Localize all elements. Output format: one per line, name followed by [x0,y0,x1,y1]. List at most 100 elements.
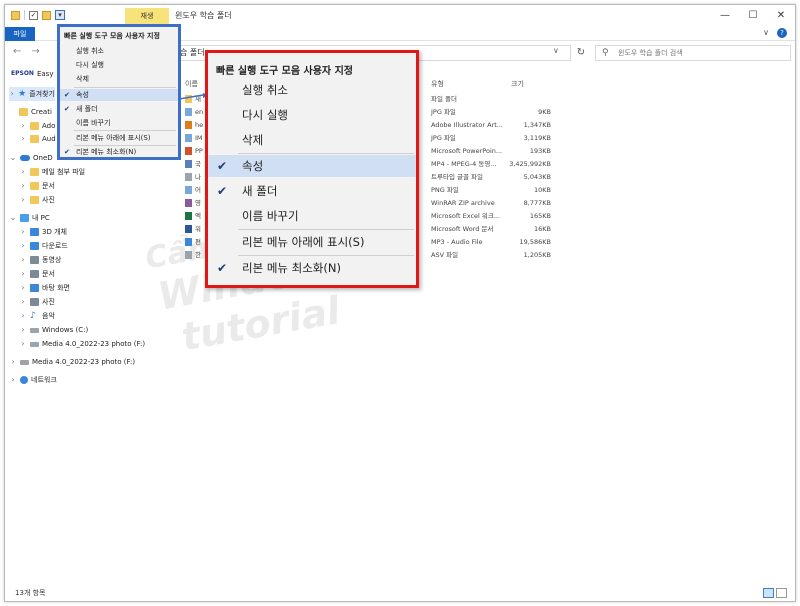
search-input[interactable]: ⚲ 윈도우 학습 폴더 검색 [595,45,791,61]
menu-item-delete[interactable]: 삭제 [60,73,178,85]
column-size[interactable]: 크기 [511,79,524,89]
menu-item-new-folder[interactable]: 새 폴더 [208,180,416,202]
qat-dropdown-button[interactable]: ▾ [55,10,65,20]
chevron-right-icon[interactable]: › [19,239,27,253]
nav-item-onedrive[interactable]: ⌄ OneD [9,151,53,165]
menu-item-rename[interactable]: 이름 바꾸기 [208,205,416,227]
chevron-right-icon[interactable]: › [9,355,17,369]
nav-item-adobe[interactable]: › Ado [19,119,55,133]
menu-item-rename[interactable]: 이름 바꾸기 [60,117,178,129]
nav-epson[interactable]: EPSON Easy [11,67,53,81]
nav-item-downloads[interactable]: › 다운로드 [19,239,68,253]
back-arrow-icon[interactable]: ← [13,46,21,57]
menu-item-properties[interactable]: 속성 [60,89,178,101]
chevron-right-icon[interactable]: › [19,281,27,295]
menu-item-redo[interactable]: 다시 실행 [60,59,178,71]
file-tab[interactable]: 파일 [5,27,35,41]
forward-arrow-icon[interactable]: → [31,46,39,57]
menu-item-redo[interactable]: 다시 실행 [208,104,416,126]
menu-item-minimize-ribbon[interactable]: 리본 메뉴 최소화(N) [60,146,178,158]
nav-label: Windows (C:) [42,326,89,334]
image-file-icon [185,134,192,142]
chevron-right-icon[interactable]: › [19,323,27,337]
nav-item-onedrive-pictures[interactable]: › 사진 [19,193,55,207]
file-size: 10KB [534,186,551,194]
menu-item-delete[interactable]: 삭제 [208,129,416,151]
nav-item-pictures[interactable]: › 사진 [19,295,55,309]
menu-item-new-folder[interactable]: 새 폴더 [60,103,178,115]
chevron-right-icon[interactable]: › [19,267,27,281]
file-name: 영 [195,199,201,207]
file-name: 편 [195,238,201,246]
chevron-right-icon[interactable]: › [9,87,15,101]
epson-logo: EPSON [11,70,34,77]
nav-item-quick-access[interactable]: › ★ 즐겨찾기 [9,87,55,101]
image-file-icon [185,186,192,194]
file-size: 19,586KB [519,238,551,246]
column-type[interactable]: 유형 [431,79,444,89]
file-size: 5,043KB [523,173,551,181]
maximize-button[interactable]: ☐ [739,5,767,27]
file-size: 1,347KB [523,121,551,129]
chevron-right-icon[interactable]: › [19,295,27,309]
qat-customize-menu-large: 빠른 실행 도구 모음 사용자 지정 실행 취소 다시 실행 삭제 속성 새 폴… [205,50,419,288]
file-type: 트루타입 글꼴 파일 [431,173,483,181]
nav-item-audio[interactable]: › Aud [19,132,56,146]
column-name[interactable]: 이름 [185,79,198,89]
chevron-right-icon[interactable]: › [19,193,27,207]
close-button[interactable]: ✕ [767,5,795,27]
font-file-icon [185,173,192,181]
menu-item-undo[interactable]: 실행 취소 [60,45,178,57]
window-controls: — ☐ ✕ [711,5,795,27]
chevron-down-icon[interactable]: ⌄ [9,151,17,165]
new-folder-icon[interactable] [42,10,51,20]
chevron-right-icon[interactable]: › [19,253,27,267]
nav-item-music[interactable]: › ♪ 음악 [19,309,55,323]
menu-divider [74,130,176,131]
chevron-right-icon[interactable]: › [19,225,27,239]
chevron-right-icon[interactable]: › [9,373,17,387]
chevron-right-icon[interactable]: › [19,179,27,193]
file-type: PNG 파일 [431,186,459,194]
cube-icon [30,228,39,236]
menu-item-undo[interactable]: 실행 취소 [208,79,416,101]
powerpoint-file-icon [185,147,192,155]
nav-item-onedrive-documents[interactable]: › 문서 [19,179,55,193]
generic-file-icon [185,251,192,259]
minimize-button[interactable]: — [711,5,739,27]
chevron-right-icon[interactable]: › [19,119,27,133]
nav-item-network[interactable]: › 네트워크 [9,373,57,387]
nav-item-3d-objects[interactable]: › 3D 개체 [19,225,67,239]
nav-item-windows-c[interactable]: › Windows (C:) [19,323,88,337]
menu-item-minimize-ribbon[interactable]: 리본 메뉴 최소화(N) [208,257,416,279]
chevron-right-icon[interactable]: › [19,132,27,146]
nav-item-this-pc[interactable]: ⌄ 내 PC [9,211,50,225]
nav-item-documents[interactable]: › 문서 [19,267,55,281]
expand-ribbon-icon[interactable]: ∨ [763,28,769,38]
nav-item-media-f-1[interactable]: › Media 4.0_2022-23 photo (F:) [19,337,145,351]
chevron-down-icon[interactable]: ⌄ [9,211,17,225]
chevron-right-icon[interactable]: › [19,337,27,351]
chevron-right-icon[interactable]: › [19,165,27,179]
chevron-down-icon[interactable]: ∨ [553,46,559,55]
details-view-icon[interactable] [763,588,774,598]
nav-label: 사진 [42,298,55,306]
menu-item-show-below-ribbon[interactable]: 리본 메뉴 아래에 표시(S) [60,132,178,144]
nav-item-videos[interactable]: › 동영상 [19,253,61,267]
chevron-right-icon[interactable]: › [19,309,27,323]
nav-label: 내 PC [32,214,50,222]
help-icon[interactable]: ? [777,28,787,38]
network-icon [20,376,28,384]
menu-item-properties[interactable]: 속성 [208,155,416,177]
properties-icon[interactable]: ✓ [29,10,38,20]
file-size: 165KB [529,212,551,220]
refresh-icon[interactable]: ↻ [573,45,589,61]
menu-item-show-below-ribbon[interactable]: 리본 메뉴 아래에 표시(S) [208,231,416,253]
nav-item-media-f-2[interactable]: › Media 4.0_2022-23 photo (F:) [9,355,135,369]
nav-item-desktop[interactable]: › 바탕 화면 [19,281,70,295]
manage-tab[interactable]: 재생 [125,8,169,24]
nav-item-creative[interactable]: Creati [19,105,52,119]
ribbon-controls: ∨ ? [763,28,787,38]
large-icons-view-icon[interactable] [776,588,787,598]
nav-item-mail-attachments[interactable]: › 메일 첨부 파일 [19,165,85,179]
